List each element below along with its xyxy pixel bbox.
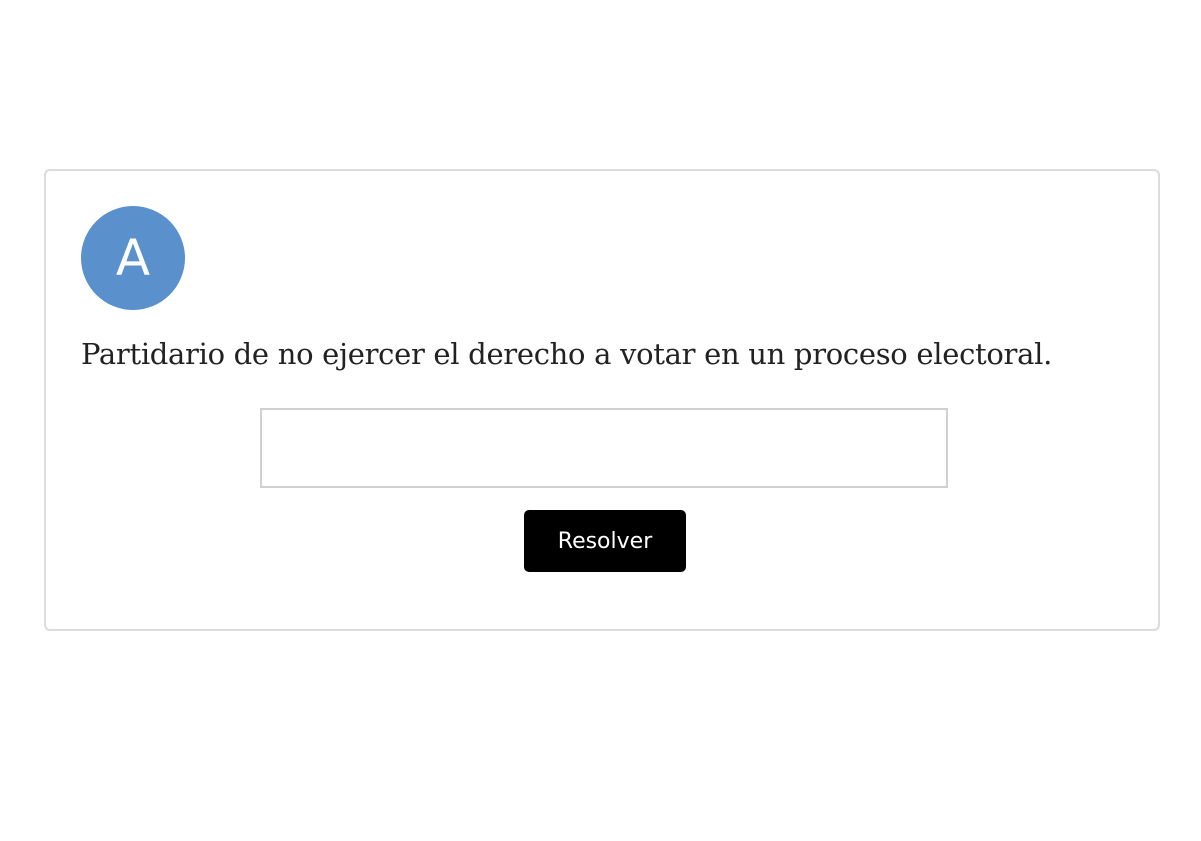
letter-badge: A	[81, 206, 185, 310]
question-card: A Partidario de no ejercer el derecho a …	[44, 169, 1160, 631]
answer-input[interactable]	[260, 408, 948, 488]
clue-text: Partidario de no ejercer el derecho a vo…	[81, 337, 1052, 371]
resolve-button[interactable]: Resolver	[524, 510, 686, 572]
